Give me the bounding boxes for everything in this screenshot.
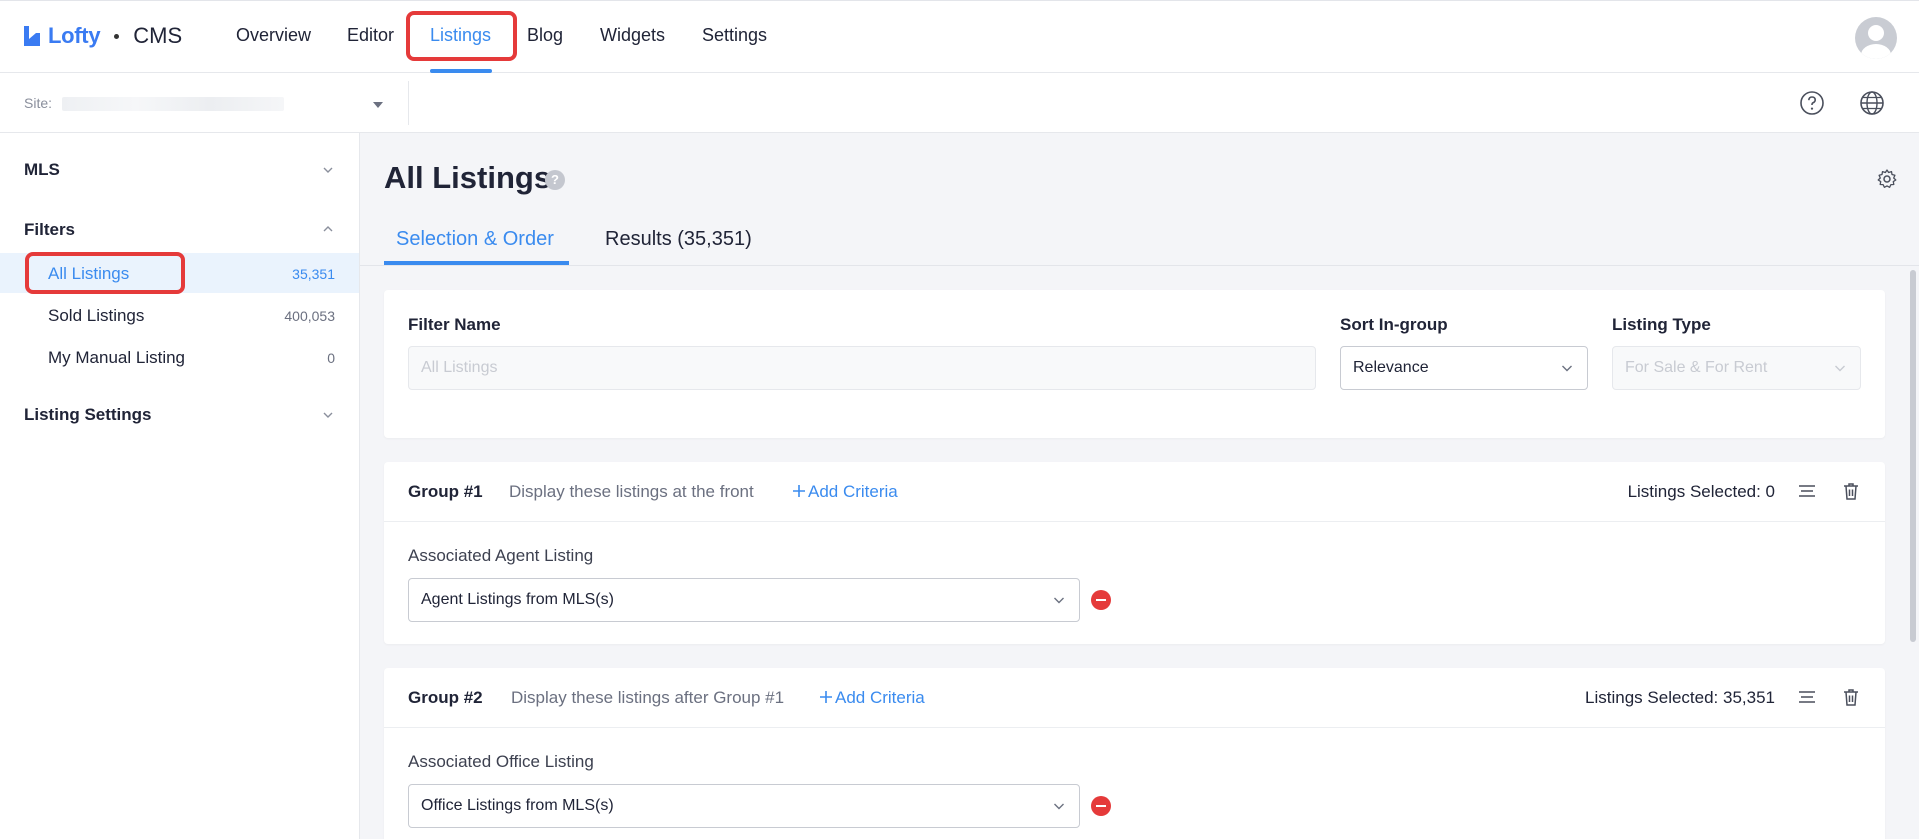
sort-value: Relevance bbox=[1353, 359, 1429, 376]
group-description: Display these listings at the front bbox=[509, 482, 754, 501]
sidebar-item-count: 35,351 bbox=[292, 266, 335, 282]
listings-selected: Listings Selected: 0 bbox=[1627, 482, 1775, 501]
filter-name-label: Filter Name bbox=[408, 315, 501, 334]
filter-name-placeholder: All Listings bbox=[421, 359, 498, 376]
highlight-box-sidebar bbox=[25, 252, 185, 294]
criteria-value: Office Listings from MLS(s) bbox=[421, 797, 614, 814]
reorder-icon[interactable] bbox=[1797, 481, 1817, 501]
page-title: All Listings bbox=[384, 160, 552, 195]
add-criteria-button[interactable]: Add Criteria bbox=[819, 688, 925, 708]
add-criteria-button[interactable]: Add Criteria bbox=[792, 482, 898, 502]
avatar[interactable] bbox=[1855, 17, 1897, 59]
gear-icon[interactable] bbox=[1876, 168, 1898, 190]
criteria-label: Associated Agent Listing bbox=[408, 546, 594, 565]
group-description: Display these listings after Group #1 bbox=[511, 688, 785, 707]
group-header: Group #1 Display these listings at the f… bbox=[384, 462, 1885, 522]
plus-icon bbox=[793, 485, 805, 497]
lofty-logo-icon bbox=[22, 24, 42, 48]
help-circle-icon[interactable] bbox=[1799, 90, 1825, 116]
listing-type-value: For Sale & For Rent bbox=[1625, 359, 1768, 376]
site-bar: Site: bbox=[0, 73, 1919, 133]
sidebar-item-label: Sold Listings bbox=[48, 306, 145, 325]
sidebar-item-sold-listings[interactable]: Sold Listings 400,053 bbox=[0, 295, 359, 335]
chevron-down-icon bbox=[1561, 361, 1573, 373]
remove-icon[interactable] bbox=[1091, 796, 1111, 816]
chevron-down-icon[interactable] bbox=[323, 407, 333, 418]
sidebar-section-filters[interactable]: Filters bbox=[24, 220, 75, 240]
plus-icon bbox=[820, 691, 832, 703]
trash-icon[interactable] bbox=[1841, 687, 1861, 707]
listing-type-label: Listing Type bbox=[1612, 315, 1711, 334]
site-selector[interactable] bbox=[62, 97, 284, 111]
nav-widgets[interactable]: Widgets bbox=[600, 25, 665, 46]
sort-select[interactable]: Relevance bbox=[1340, 346, 1588, 390]
sort-label: Sort In-group bbox=[1340, 315, 1448, 334]
group-card-1: Group #1 Display these listings at the f… bbox=[384, 462, 1885, 644]
listing-type-select[interactable]: For Sale & For Rent bbox=[1612, 346, 1861, 390]
chevron-down-icon bbox=[1053, 799, 1065, 811]
brand-product: CMS bbox=[133, 23, 183, 48]
trash-icon[interactable] bbox=[1841, 481, 1861, 501]
brand-separator bbox=[114, 33, 120, 39]
nav-overview[interactable]: Overview bbox=[236, 25, 311, 46]
filter-name-input[interactable]: All Listings bbox=[408, 346, 1316, 390]
sidebar-item-my-manual-listing[interactable]: My Manual Listing 0 bbox=[0, 337, 359, 377]
tab-divider bbox=[360, 265, 1919, 266]
remove-icon[interactable] bbox=[1091, 590, 1111, 610]
nav-settings[interactable]: Settings bbox=[702, 25, 767, 46]
group-card-2: Group #2 Display these listings after Gr… bbox=[384, 668, 1885, 839]
chevron-down-icon bbox=[1053, 593, 1065, 605]
sidebar: MLS Filters All Listings 35,351 Sold Lis… bbox=[0, 133, 360, 839]
sidebar-item-label: My Manual Listing bbox=[48, 348, 186, 367]
site-label: Site: bbox=[24, 95, 53, 111]
listings-selected: Listings Selected: 35,351 bbox=[1585, 688, 1775, 707]
caret-down-icon[interactable] bbox=[373, 102, 383, 108]
criteria-select[interactable]: Agent Listings from MLS(s) bbox=[408, 578, 1080, 622]
sidebar-section-mls[interactable]: MLS bbox=[24, 160, 60, 180]
chevron-down-icon[interactable] bbox=[323, 162, 333, 173]
tab-selection-order[interactable]: Selection & Order bbox=[396, 228, 554, 251]
nav-editor[interactable]: Editor bbox=[347, 25, 394, 46]
globe-icon[interactable] bbox=[1859, 90, 1885, 116]
chevron-up-icon[interactable] bbox=[323, 221, 333, 232]
tab-results[interactable]: Results (35,351) bbox=[605, 228, 752, 251]
sidebar-item-count: 400,053 bbox=[284, 308, 335, 324]
top-nav: Lofty CMS Overview Editor Listings Blog … bbox=[0, 0, 1919, 73]
brand-logo[interactable]: Lofty CMS bbox=[22, 22, 182, 50]
add-criteria-label: Add Criteria bbox=[835, 688, 925, 707]
help-icon[interactable]: ? bbox=[545, 170, 565, 190]
group-title: Group #2 bbox=[408, 688, 483, 707]
brand-name: Lofty bbox=[48, 23, 101, 48]
filter-form-card: Filter Name All Listings Sort In-group R… bbox=[384, 290, 1885, 438]
sidebar-item-count: 0 bbox=[327, 350, 335, 366]
chevron-down-icon bbox=[1834, 361, 1846, 373]
nav-blog[interactable]: Blog bbox=[527, 25, 563, 46]
highlight-box-nav bbox=[406, 11, 517, 61]
group-title: Group #1 bbox=[408, 482, 483, 501]
sidebar-section-listing-settings[interactable]: Listing Settings bbox=[24, 405, 152, 425]
criteria-select[interactable]: Office Listings from MLS(s) bbox=[408, 784, 1080, 828]
criteria-label: Associated Office Listing bbox=[408, 752, 594, 771]
reorder-icon[interactable] bbox=[1797, 687, 1817, 707]
group-header: Group #2 Display these listings after Gr… bbox=[384, 668, 1885, 728]
criteria-value: Agent Listings from MLS(s) bbox=[421, 591, 614, 608]
scrollbar[interactable] bbox=[1910, 270, 1916, 642]
add-criteria-label: Add Criteria bbox=[808, 482, 898, 501]
divider bbox=[408, 81, 409, 125]
